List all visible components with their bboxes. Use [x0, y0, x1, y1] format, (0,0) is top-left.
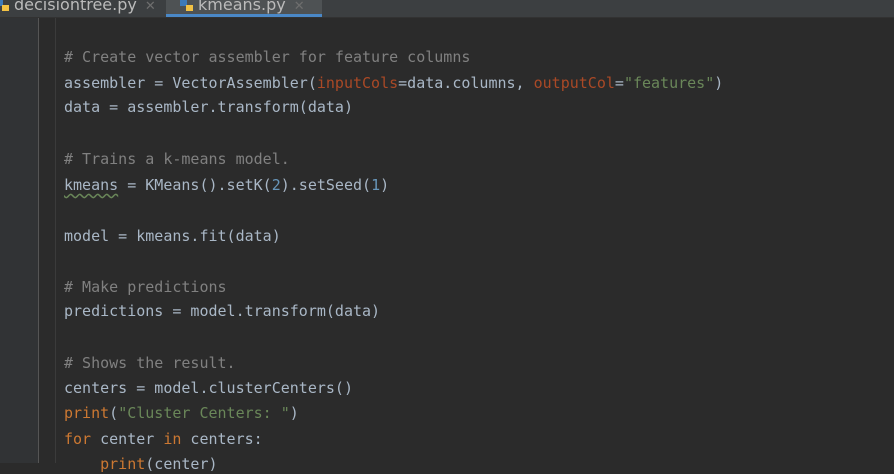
- code-line: model = kmeans.fit(data): [64, 227, 281, 245]
- close-icon[interactable]: ✕: [145, 0, 156, 14]
- editor-tab-bar: decisiontree.py ✕ kmeans.py ✕: [0, 0, 894, 18]
- code-token: (: [109, 404, 119, 422]
- python-icon: [0, 0, 10, 12]
- code-token: center: [91, 430, 164, 448]
- tab-kmeans[interactable]: kmeans.py ✕: [166, 0, 322, 17]
- code-line-comment: # Create vector assembler for feature co…: [64, 48, 471, 66]
- code-line: for center in centers:: [64, 429, 263, 449]
- code-line-comment: # Shows the result.: [64, 354, 236, 372]
- code-line: data = assembler.transform(data): [64, 98, 353, 116]
- code-line-comment: # Make predictions: [64, 278, 227, 296]
- code-token: centers:: [181, 430, 263, 448]
- code-token: print: [64, 404, 110, 422]
- code-token: = KMeans().setK(: [118, 176, 272, 194]
- code-token: "features": [623, 74, 715, 92]
- code-token: (center): [145, 455, 218, 473]
- code-line: print(center): [64, 454, 218, 474]
- code-line: kmeans = KMeans().setK(2).setSeed(1): [64, 175, 389, 195]
- code-line: assembler = VectorAssembler(inputCols=da…: [64, 73, 723, 93]
- code-line: centers = model.clusterCenters(): [64, 379, 353, 397]
- code-token: print: [64, 455, 146, 473]
- code-token: "Cluster Centers: ": [118, 404, 290, 422]
- code-token: outputCol: [533, 74, 615, 92]
- indent-guide: [55, 18, 56, 463]
- code-token: 1: [371, 176, 381, 194]
- line-gutter[interactable]: [0, 18, 39, 463]
- code-token: ).setSeed(: [280, 176, 372, 194]
- code-token: =: [614, 74, 624, 92]
- tab-label: kmeans.py: [198, 0, 286, 14]
- code-token: in: [163, 430, 182, 448]
- code-token: =data.columns,: [398, 74, 534, 92]
- code-token: assembler = VectorAssembler(: [64, 74, 317, 92]
- code-token: ): [714, 74, 724, 92]
- code-line-comment: # Trains a k-means model.: [64, 150, 290, 168]
- code-token: inputCols: [316, 74, 399, 92]
- tab-decisiontree[interactable]: decisiontree.py ✕: [0, 0, 161, 17]
- python-icon: [180, 0, 194, 12]
- code-token: for: [64, 430, 92, 448]
- tab-label: decisiontree.py: [14, 0, 137, 14]
- code-line: predictions = model.transform(data): [64, 302, 381, 320]
- warning-underline[interactable]: kmeans: [64, 176, 118, 194]
- close-icon[interactable]: ✕: [294, 0, 305, 14]
- code-token: 2: [271, 176, 281, 194]
- code-line: print("Cluster Centers: "): [64, 403, 299, 423]
- code-token: ): [289, 404, 299, 422]
- code-token: ): [380, 176, 390, 194]
